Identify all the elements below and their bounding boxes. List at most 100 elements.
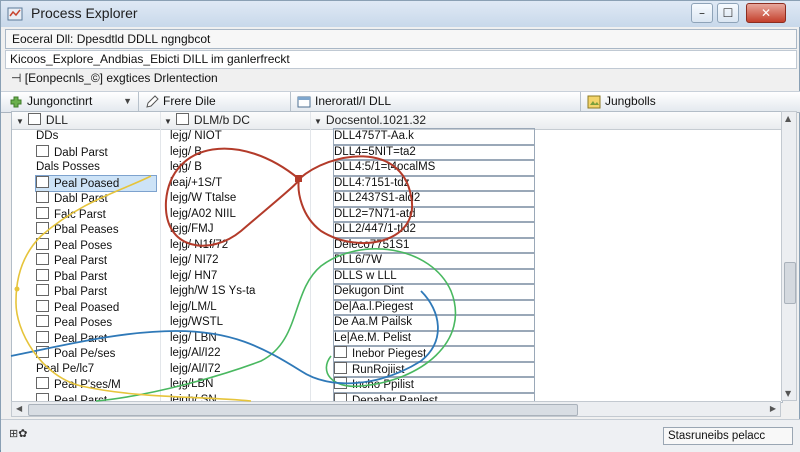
close-button[interactable]: ✕ — [746, 3, 786, 23]
scroll-right-icon[interactable]: ▶ — [770, 404, 776, 413]
docs-row[interactable]: RunRojiist — [333, 360, 535, 378]
dlmis-row[interactable]: lejg/ HN7 — [170, 269, 306, 285]
row-checkbox[interactable] — [36, 346, 49, 358]
docs-row[interactable]: DLL2437S1-ald2 — [333, 190, 535, 208]
row-checkbox[interactable] — [334, 377, 347, 389]
dlmis-row[interactable]: lejg/Al/I22 — [170, 346, 306, 362]
row-checkbox[interactable] — [36, 144, 49, 157]
tab-jungonctinrt[interactable]: Jungonctinrt ▼ — [5, 92, 139, 112]
vertical-scrollbar[interactable]: ▲ ▼ — [781, 111, 797, 401]
docs-row[interactable]: DLL4:5/1=t4ocalMS — [333, 159, 535, 177]
dll-row[interactable]: Poal Pe/ses — [36, 346, 156, 362]
dlmis-row[interactable]: lejg/ B — [170, 145, 306, 161]
scroll-up-icon[interactable]: ▲ — [785, 114, 791, 123]
row-checkbox[interactable] — [36, 175, 49, 188]
docs-row[interactable]: DLL6/7W — [333, 252, 535, 270]
maximize-button[interactable]: ☐ — [717, 3, 739, 23]
column-header-dll[interactable]: ▼ DLL — [12, 112, 160, 130]
header-checkbox[interactable] — [27, 113, 41, 125]
window-title: Process Explorer — [31, 5, 138, 21]
docs-row[interactable]: Dekugon Dint — [333, 283, 535, 301]
docs-row[interactable]: DLL4:7151-tdz — [333, 174, 535, 192]
scroll-down-icon[interactable]: ▼ — [785, 389, 791, 398]
tab-frere-dile[interactable]: Frere Dile — [141, 92, 291, 112]
column-header-dlmis[interactable]: ▼ DLM/b DC — [160, 112, 310, 130]
row-checkbox[interactable] — [36, 237, 49, 250]
dlmis-row[interactable]: lejg/ N1f/72 — [170, 238, 306, 254]
dll-row[interactable]: Pbal Peases — [36, 222, 156, 238]
dll-row[interactable]: Pbal Parst — [36, 268, 156, 285]
row-checkbox[interactable] — [334, 361, 347, 374]
row-label: DLL4:7151-tdz — [334, 176, 410, 189]
dll-row[interactable]: Peal Poased — [36, 299, 156, 316]
scroll-left-icon[interactable]: ◀ — [16, 404, 22, 413]
row-checkbox[interactable] — [36, 330, 49, 343]
dll-row[interactable]: Peal Parst — [36, 330, 156, 347]
row-checkbox[interactable] — [36, 191, 49, 203]
column-header-docs[interactable]: ▼ Docsentol.1021.32 — [310, 112, 782, 130]
vertical-scroll-thumb[interactable] — [784, 262, 796, 304]
dll-row[interactable]: Peal Poased — [35, 174, 157, 192]
dlmis-row[interactable]: lejg/ NI72 — [170, 253, 306, 269]
row-checkbox[interactable] — [36, 284, 49, 296]
dll-row[interactable]: Peal Parst — [36, 253, 156, 269]
row-checkbox[interactable] — [36, 253, 49, 265]
row-checkbox[interactable] — [36, 315, 49, 327]
docs-row[interactable]: DLL2=7N71-atd — [333, 205, 535, 223]
toolbar-line-1[interactable]: Eoceral Dll: Dpesdtld DDLL ngngbcot — [5, 29, 797, 49]
tab-ineroratl-dll[interactable]: Ineroratl/I DLL — [293, 92, 581, 112]
dlmis-row[interactable]: lejg/ B — [170, 160, 306, 176]
docs-row[interactable]: DLL4=5NIT=ta2 — [333, 143, 535, 161]
row-checkbox[interactable] — [36, 222, 49, 234]
row-checkbox[interactable] — [36, 377, 49, 389]
docs-row[interactable]: Incho Ppilist — [333, 376, 535, 394]
dll-row[interactable]: Peal Poses — [36, 237, 156, 254]
path-field[interactable]: Kicoos_Explore_Andbias_Ebicti DILL im ga… — [5, 50, 797, 69]
dll-row[interactable]: Peal P'ses/M — [36, 377, 156, 393]
horizontal-scrollbar[interactable]: ◀ ▶ — [11, 401, 781, 417]
dlmis-row[interactable]: lejgh/W 1S Ys-ta — [170, 284, 306, 300]
dll-row[interactable]: Dabl Parst — [36, 144, 156, 161]
row-checkbox[interactable] — [36, 268, 49, 281]
docs-row[interactable]: Le|Ae.M. Pelist — [333, 329, 535, 347]
row-label: Poal Pe/ses — [54, 348, 116, 360]
chevron-down-icon[interactable]: ▼ — [123, 92, 132, 111]
options-line[interactable]: ⊣ [Eonpecnls_©] exgtices Drlentection — [5, 71, 797, 88]
dll-row[interactable]: Peal Pe/lc7 — [36, 362, 156, 378]
dll-row[interactable]: DDs — [36, 129, 156, 145]
docs-row[interactable]: Inebor Piegest — [333, 345, 535, 363]
dll-row[interactable]: Dals Posses — [36, 160, 156, 176]
dll-row[interactable]: Peal Poses — [36, 315, 156, 331]
dlmis-row[interactable]: lejg/A02 NIIL — [170, 207, 306, 223]
dlmis-row[interactable]: lejg/W Ttalse — [170, 191, 306, 207]
dlmis-row[interactable]: lejg/ NIOT — [170, 129, 306, 145]
tab-jungbolls[interactable]: Jungbolls — [583, 92, 797, 112]
dlmis-row[interactable]: lejg/LBN — [170, 377, 306, 393]
dlmis-row[interactable]: lejg/WSTL — [170, 315, 306, 331]
dlmis-row[interactable]: lejg/ LBN — [170, 331, 306, 347]
dlmis-row[interactable]: leaj/+1S/T — [170, 176, 306, 192]
docs-row[interactable]: Deleco7751S1 — [333, 236, 535, 254]
row-checkbox[interactable] — [334, 346, 347, 358]
docs-row[interactable]: DLL4757T-Aa.k — [333, 128, 535, 146]
dlmis-row[interactable]: lejg/FMJ — [170, 222, 306, 238]
docs-row[interactable]: DLLS w LLL — [333, 267, 535, 285]
dlmis-row[interactable]: lejg/Al/I72 — [170, 362, 306, 378]
dlmis-row[interactable]: lejg/LM/L — [170, 300, 306, 316]
tab-label: Ineroratl/I DLL — [315, 94, 392, 108]
dll-row[interactable]: Pbal Parst — [36, 284, 156, 300]
docs-row[interactable]: DLL2/447/1-tld2 — [333, 221, 535, 239]
dll-list-panel[interactable]: ▼ DLL ▼ DLM/b DC ▼ Docsentol.1021.32 DDs Dab… — [11, 111, 783, 403]
minimize-button[interactable]: – — [691, 3, 713, 23]
dll-row[interactable]: Dabl Parst — [36, 191, 156, 207]
row-checkbox[interactable] — [36, 206, 49, 219]
app-icon — [7, 7, 23, 21]
dll-row[interactable]: Falc Parst — [36, 206, 156, 223]
title-bar[interactable]: Process Explorer – ☐ ✕ — [1, 1, 800, 27]
horizontal-scroll-thumb[interactable] — [28, 404, 578, 416]
header-checkbox[interactable] — [175, 113, 189, 125]
row-label: DDs — [36, 130, 59, 142]
row-checkbox[interactable] — [36, 299, 49, 312]
docs-row[interactable]: De Aa.M Pailsk — [333, 314, 535, 332]
docs-row[interactable]: De|Aa.l.Piegest — [333, 298, 535, 316]
